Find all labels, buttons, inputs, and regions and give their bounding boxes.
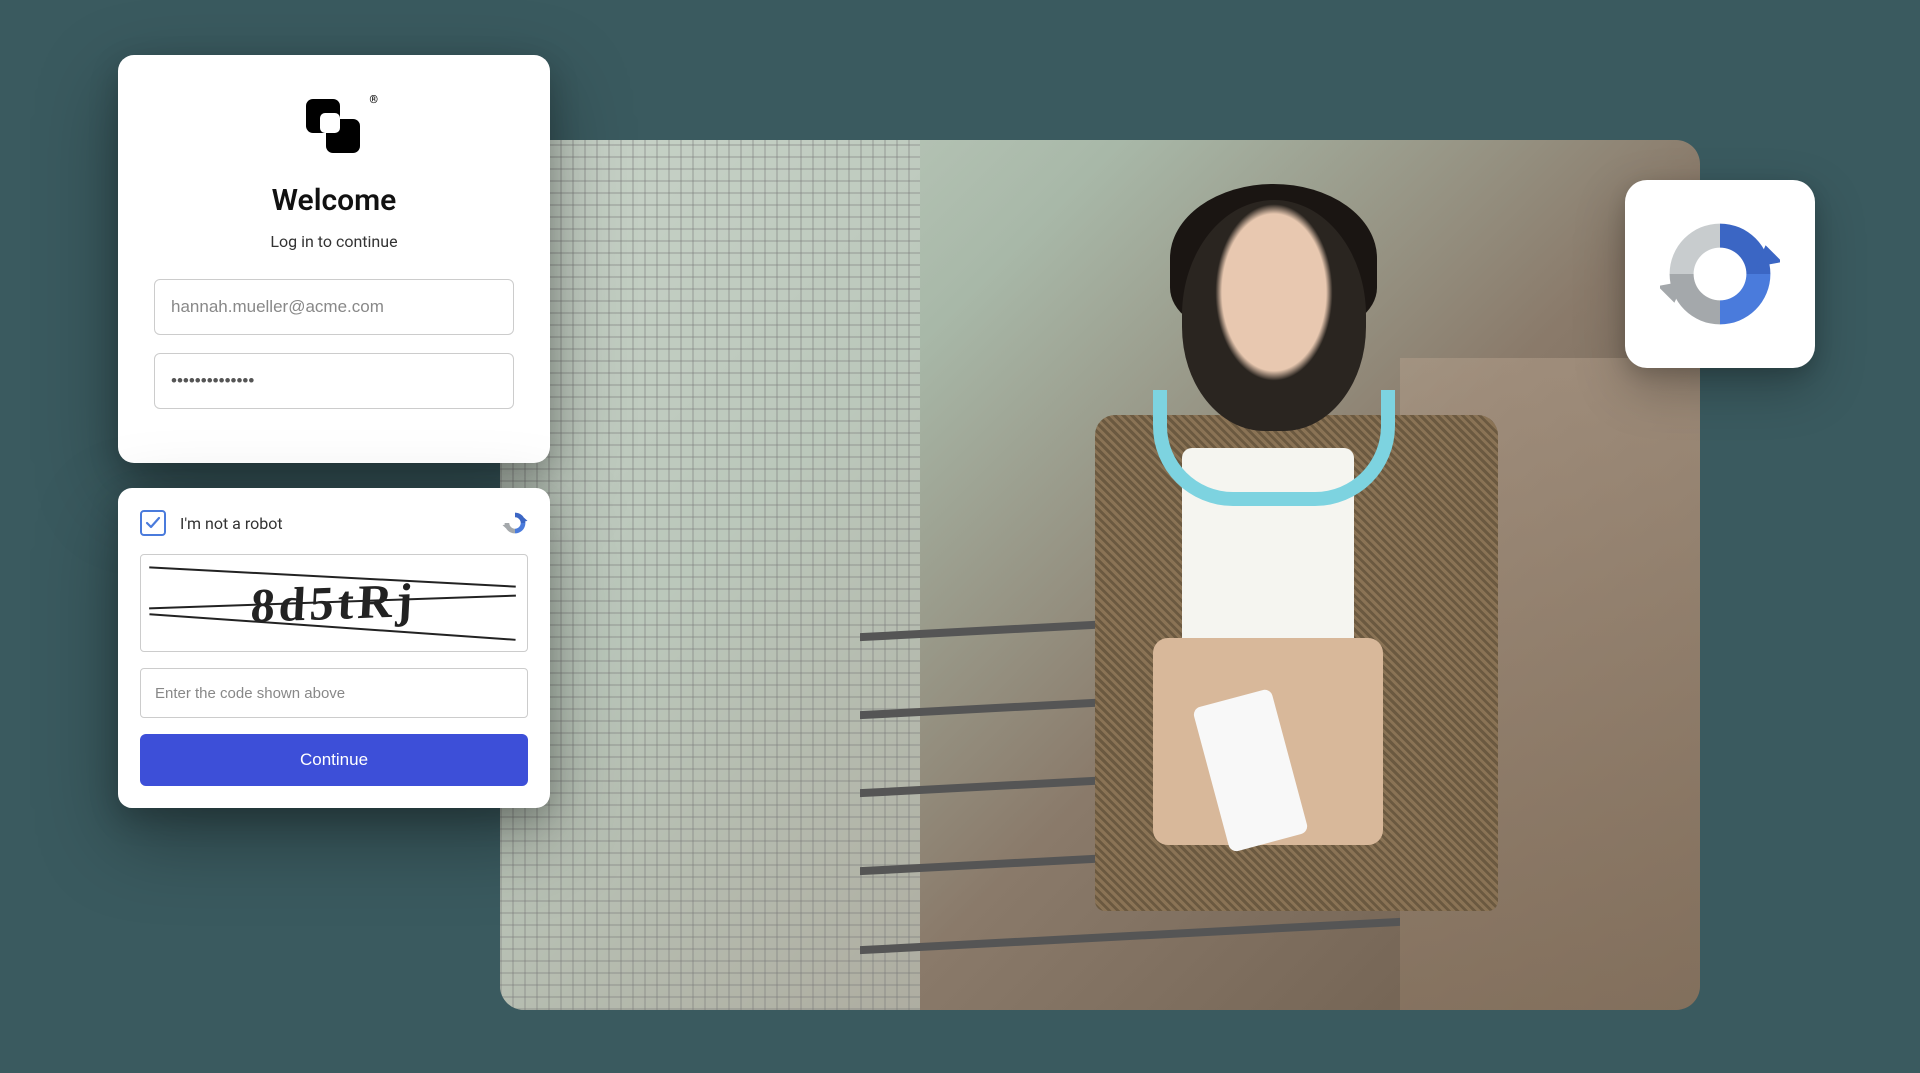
captcha-checkbox[interactable]: [140, 510, 166, 536]
login-title: Welcome: [154, 183, 514, 218]
recaptcha-icon: [502, 510, 528, 536]
photo-mesh-overlay: [500, 140, 920, 1010]
continue-button[interactable]: Continue: [140, 734, 528, 786]
email-field[interactable]: [154, 279, 514, 335]
captcha-code-text: 8d5tRj: [250, 573, 419, 634]
login-subtitle: Log in to continue: [154, 232, 514, 251]
captcha-label: I'm not a robot: [180, 514, 283, 533]
hero-photo: [500, 140, 1700, 1010]
captcha-code-input[interactable]: [140, 668, 528, 718]
recaptcha-icon: [1660, 214, 1780, 334]
recaptcha-badge: [1625, 180, 1815, 368]
password-field[interactable]: [154, 353, 514, 409]
captcha-image: 8d5tRj: [140, 554, 528, 652]
captcha-panel: I'm not a robot 8d5tRj Continue: [118, 488, 550, 808]
photo-person: [980, 184, 1556, 1011]
login-card: ® Welcome Log in to continue: [118, 55, 550, 463]
brand-logo: ®: [154, 95, 514, 155]
check-icon: [145, 515, 161, 531]
